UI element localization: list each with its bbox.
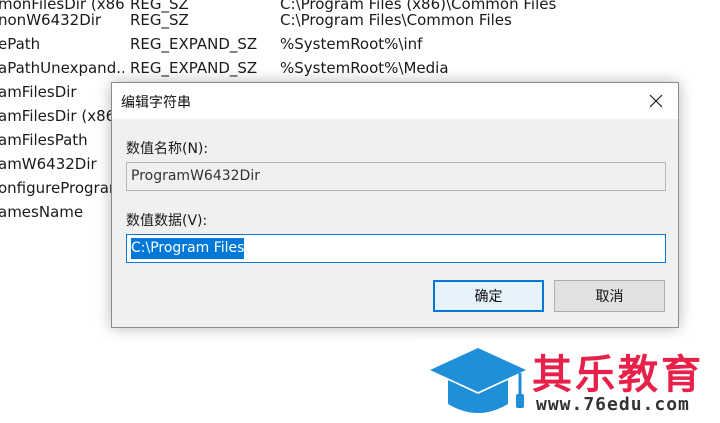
registry-row-name: aPathUnexpand... — [0, 59, 124, 77]
registry-row-name: amFilesDir (x86) — [0, 107, 122, 125]
brand-name: 其乐教育 — [532, 352, 704, 398]
dialog-title: 编辑字符串 — [121, 95, 191, 111]
value-name-text: ProgramW6432Dir — [131, 168, 260, 184]
registry-row-name: amFilesPath — [0, 131, 88, 149]
dialog-titlebar[interactable]: 编辑字符串 — [112, 83, 678, 119]
registry-row-type: REG_EXPAND_SZ — [130, 35, 258, 53]
registry-row-name: nonW6432Dir — [0, 11, 102, 29]
registry-row-data: %SystemRoot%\Media — [280, 59, 449, 77]
value-data-input[interactable]: C:\Program Files — [126, 234, 666, 263]
registry-row-type: REG_EXPAND_SZ — [130, 59, 258, 77]
registry-row-data: %SystemRoot%\inf — [280, 35, 423, 53]
registry-row-name: onfigurePrograr — [0, 179, 116, 197]
registry-row-name: amFilesDir — [0, 83, 77, 101]
registry-row-type: REG_SZ — [130, 11, 189, 29]
ok-button[interactable]: 确定 — [433, 280, 544, 312]
edit-string-dialog: 编辑字符串 数值名称(N): ProgramW6432Dir 数值数据(V): … — [111, 82, 679, 328]
registry-row-name: ePath — [0, 35, 41, 53]
cancel-button-label: 取消 — [595, 289, 624, 305]
close-button[interactable] — [634, 83, 678, 119]
brand-url: www.76edu.com — [536, 394, 690, 415]
value-name-field[interactable]: ProgramW6432Dir — [126, 162, 666, 191]
registry-row-data: C:\Program Files\Common Files — [280, 11, 512, 29]
registry-editor-screen: monFilesDir (x86) REG_SZ C:\Program File… — [0, 0, 720, 423]
registry-row-name: amW6432Dir — [0, 155, 97, 173]
value-data-selected-text: C:\Program Files — [131, 238, 245, 259]
brand-watermark: 其乐教育 www.76edu.com — [420, 340, 720, 423]
registry-row-name: amesName — [0, 203, 84, 221]
value-name-label: 数值名称(N): — [126, 141, 209, 157]
cancel-button[interactable]: 取消 — [554, 280, 665, 312]
close-icon — [649, 94, 663, 108]
ok-button-label: 确定 — [474, 289, 503, 305]
value-data-label: 数值数据(V): — [126, 213, 208, 229]
graduation-cap-icon — [430, 348, 526, 413]
